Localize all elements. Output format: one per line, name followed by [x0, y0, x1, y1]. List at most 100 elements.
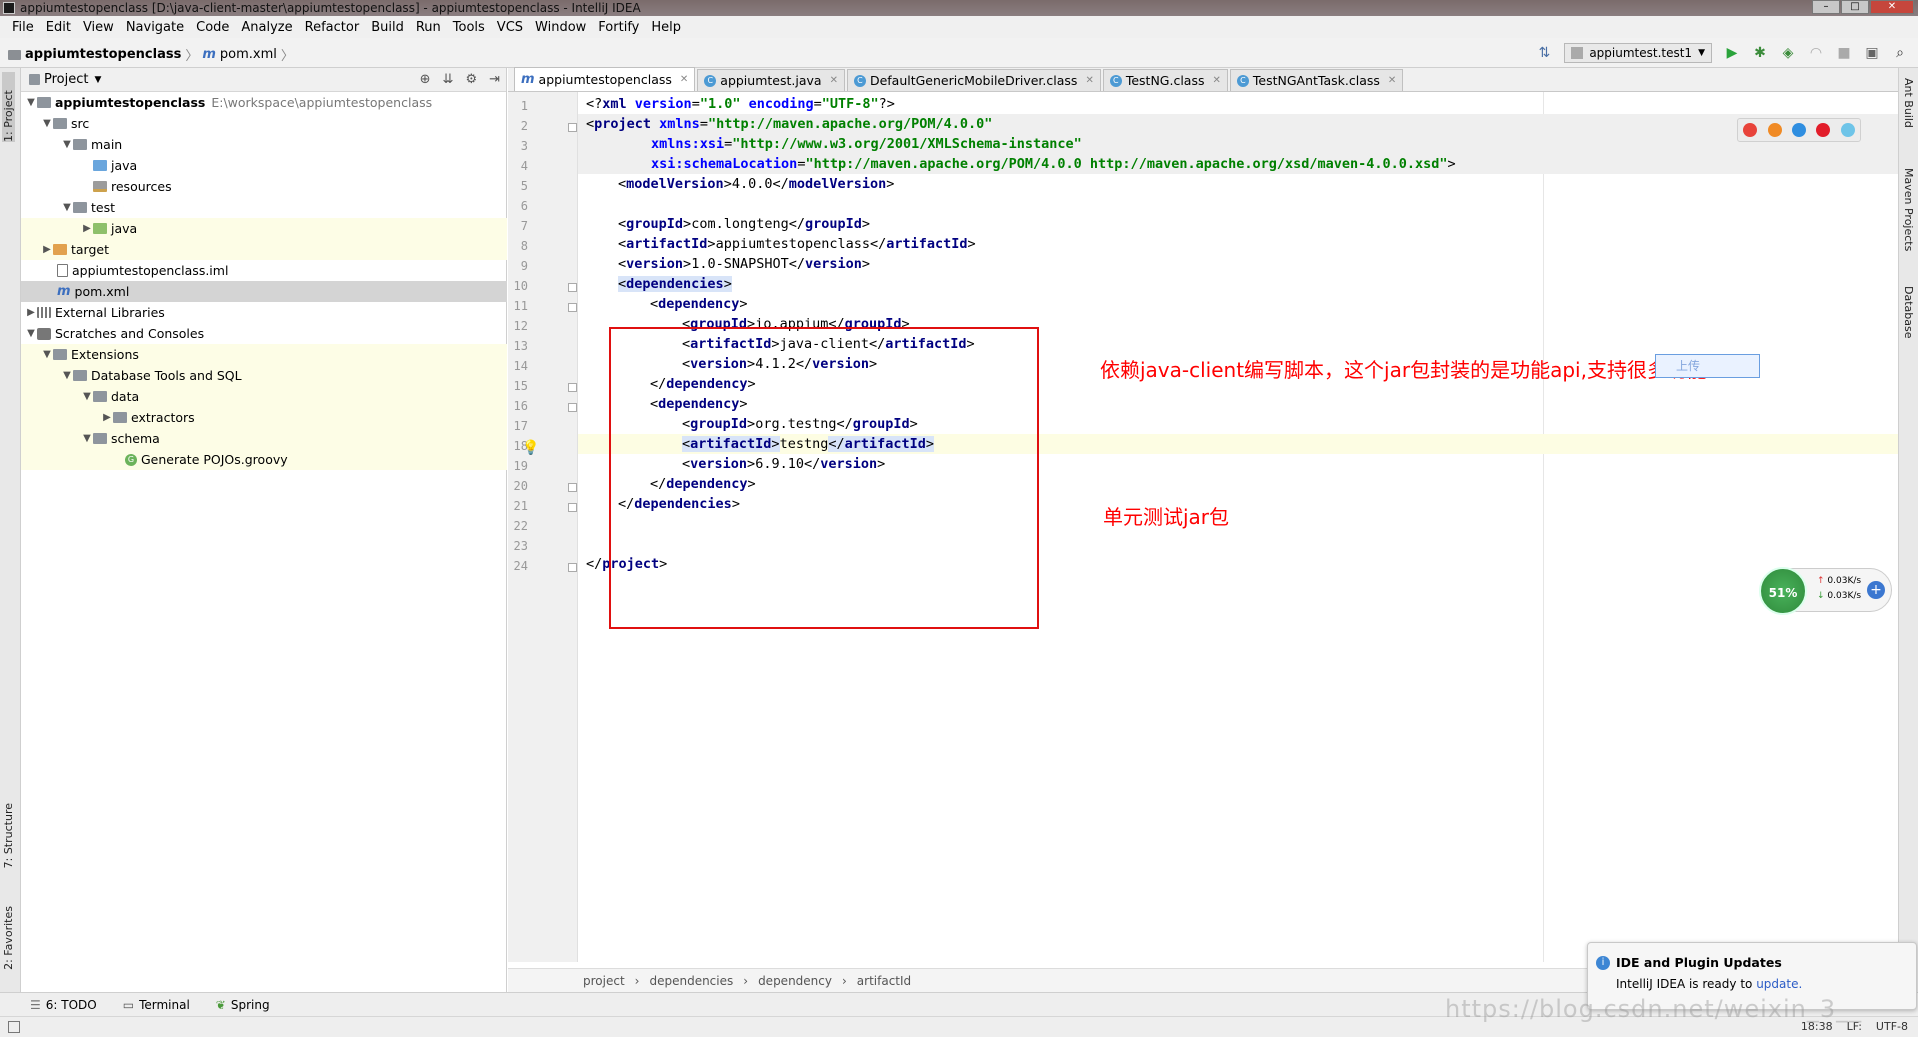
file-encoding[interactable]: UTF-8 — [1876, 1020, 1908, 1033]
close-button[interactable]: ✕ — [1870, 0, 1914, 14]
project-structure-icon[interactable]: ▣ — [1864, 45, 1880, 61]
tree-item-main[interactable]: ▼ main — [21, 134, 507, 155]
fold-marker-icon[interactable] — [568, 303, 577, 312]
close-icon[interactable]: ✕ — [1212, 75, 1220, 86]
opera-icon[interactable] — [1816, 123, 1831, 137]
tree-item-data[interactable]: ▼ data — [21, 386, 507, 407]
chevron-down-icon[interactable]: ▼ — [41, 118, 53, 129]
lightbulb-icon[interactable]: 💡 — [522, 440, 539, 456]
menu-run[interactable]: Run — [410, 20, 447, 35]
tree-item-database-tools[interactable]: ▼ Database Tools and SQL — [21, 365, 507, 386]
crumb-dependencies[interactable]: dependencies — [649, 974, 733, 988]
locate-icon[interactable]: ⊕ — [420, 72, 431, 87]
tree-item-schema[interactable]: ▼ schema — [21, 428, 507, 449]
status-toggle-icon[interactable] — [8, 1021, 20, 1033]
tree-item-external-libraries[interactable]: ▶ External Libraries — [21, 302, 507, 323]
chevron-down-icon[interactable]: ▼ — [61, 202, 73, 213]
menu-fortify[interactable]: Fortify — [592, 20, 645, 35]
chevron-down-icon[interactable]: ▼ — [61, 370, 73, 381]
crumb-artifactid[interactable]: artifactId — [857, 974, 911, 988]
debug-icon[interactable]: ✱ — [1752, 45, 1768, 61]
fold-marker-icon[interactable] — [568, 383, 577, 392]
menu-build[interactable]: Build — [365, 20, 410, 35]
plus-icon[interactable]: + — [1867, 581, 1885, 599]
tree-item-scratches[interactable]: ▼ Scratches and Consoles — [21, 323, 507, 344]
chevron-down-icon[interactable]: ▼ — [25, 97, 37, 108]
crumb-dependency[interactable]: dependency — [758, 974, 832, 988]
tree-item-resources[interactable]: resources — [21, 176, 507, 197]
breadcrumb-project[interactable]: appiumtestopenclass — [25, 47, 181, 62]
tree-item-pom[interactable]: m pom.xml — [21, 281, 507, 302]
run-configuration-select[interactable]: appiumtest.test1 ▼ — [1564, 43, 1712, 63]
run-icon[interactable]: ▶ — [1724, 45, 1740, 61]
chevron-down-icon[interactable]: ▼ — [81, 391, 93, 402]
search-everywhere-icon[interactable]: ⌕ — [1892, 45, 1908, 61]
tool-window-structure[interactable]: 7: Structure — [2, 803, 15, 868]
tree-item-main-java[interactable]: java — [21, 155, 507, 176]
tab-pom[interactable]: m appiumtestopenclass ✕ — [514, 67, 696, 91]
menu-help[interactable]: Help — [645, 20, 687, 35]
menu-edit[interactable]: Edit — [40, 20, 77, 35]
fold-marker-icon[interactable] — [568, 283, 577, 292]
tool-window-terminal[interactable]: ▭ Terminal — [123, 998, 190, 1012]
safari-icon[interactable] — [1791, 123, 1806, 137]
menu-window[interactable]: Window — [529, 20, 592, 35]
menu-refactor[interactable]: Refactor — [299, 20, 366, 35]
tab-testngallanttask[interactable]: C TestNGAntTask.class ✕ — [1229, 69, 1404, 91]
tree-item-target[interactable]: ▶ target — [21, 239, 507, 260]
update-link[interactable]: update. — [1756, 977, 1802, 991]
chevron-right-icon[interactable]: ▶ — [25, 307, 37, 318]
tab-defaultgenericmobiledriver[interactable]: C DefaultGenericMobileDriver.class ✕ — [846, 69, 1101, 91]
tool-window-project[interactable]: 1: Project — [2, 72, 15, 142]
gear-icon[interactable]: ⚙ — [465, 72, 477, 87]
tree-item-generate-pojos[interactable]: G Generate POJOs.groovy — [21, 449, 507, 470]
profile-icon[interactable]: ◠ — [1808, 45, 1824, 61]
chevron-right-icon[interactable]: ▶ — [41, 244, 53, 255]
ie-icon[interactable] — [1840, 123, 1855, 137]
tab-testng[interactable]: C TestNG.class ✕ — [1102, 69, 1228, 91]
collapse-all-icon[interactable]: ⇊ — [443, 72, 454, 87]
tool-window-favorites[interactable]: 2: Favorites — [2, 906, 15, 970]
tree-item-test[interactable]: ▼ test — [21, 197, 507, 218]
menu-view[interactable]: View — [77, 20, 120, 35]
tab-appiumtest[interactable]: C appiumtest.java ✕ — [697, 69, 845, 91]
fold-marker-icon[interactable] — [568, 503, 577, 512]
menu-file[interactable]: File — [6, 20, 40, 35]
chevron-right-icon[interactable]: ▶ — [101, 412, 113, 423]
cpu-usage-circle[interactable]: 51% — [1759, 567, 1807, 615]
menu-vcs[interactable]: VCS — [491, 20, 529, 35]
tool-window-spring[interactable]: ❦ Spring — [216, 998, 270, 1012]
chevron-down-icon[interactable]: ▼ — [25, 328, 37, 339]
tree-item-test-java[interactable]: ▶ java — [21, 218, 507, 239]
fold-marker-icon[interactable] — [568, 403, 577, 412]
menu-code[interactable]: Code — [190, 20, 235, 35]
close-icon[interactable]: ✕ — [1388, 75, 1396, 86]
chevron-down-icon[interactable]: ▼ — [41, 349, 53, 360]
chevron-down-icon[interactable]: ▼ — [81, 433, 93, 444]
maximize-button[interactable]: □ — [1841, 0, 1869, 14]
menu-navigate[interactable]: Navigate — [120, 20, 190, 35]
chevron-down-icon[interactable]: ▼ — [94, 75, 101, 85]
tree-item-src[interactable]: ▼ src — [21, 113, 507, 134]
sort-arrows-icon[interactable]: ⇅ — [1536, 45, 1552, 61]
stop-icon[interactable]: ■ — [1836, 45, 1852, 61]
tree-item-root[interactable]: ▼ appiumtestopenclass E:\workspace\appiu… — [21, 92, 507, 113]
chrome-icon[interactable] — [1743, 123, 1758, 137]
close-icon[interactable]: ✕ — [830, 75, 838, 86]
chevron-right-icon[interactable]: ▶ — [81, 223, 93, 234]
crumb-project[interactable]: project — [583, 974, 625, 988]
hide-panel-icon[interactable]: ⇥ — [489, 72, 500, 87]
tool-window-ant-build[interactable]: Ant Build — [1902, 78, 1915, 128]
breadcrumb-file[interactable]: pom.xml — [220, 47, 277, 62]
close-icon[interactable]: ✕ — [680, 74, 688, 85]
tool-window-todo[interactable]: ☰ 6: TODO — [30, 998, 97, 1012]
tool-window-maven-projects[interactable]: Maven Projects — [1902, 168, 1915, 251]
coverage-icon[interactable]: ◈ — [1780, 45, 1796, 61]
tree-item-extensions[interactable]: ▼ Extensions — [21, 344, 507, 365]
fold-marker-icon[interactable] — [568, 123, 577, 132]
fold-marker-icon[interactable] — [568, 483, 577, 492]
close-icon[interactable]: ✕ — [1085, 75, 1093, 86]
upload-badge[interactable]: 上传 — [1655, 354, 1760, 378]
menu-analyze[interactable]: Analyze — [235, 20, 298, 35]
tool-window-database[interactable]: Database — [1902, 286, 1915, 339]
